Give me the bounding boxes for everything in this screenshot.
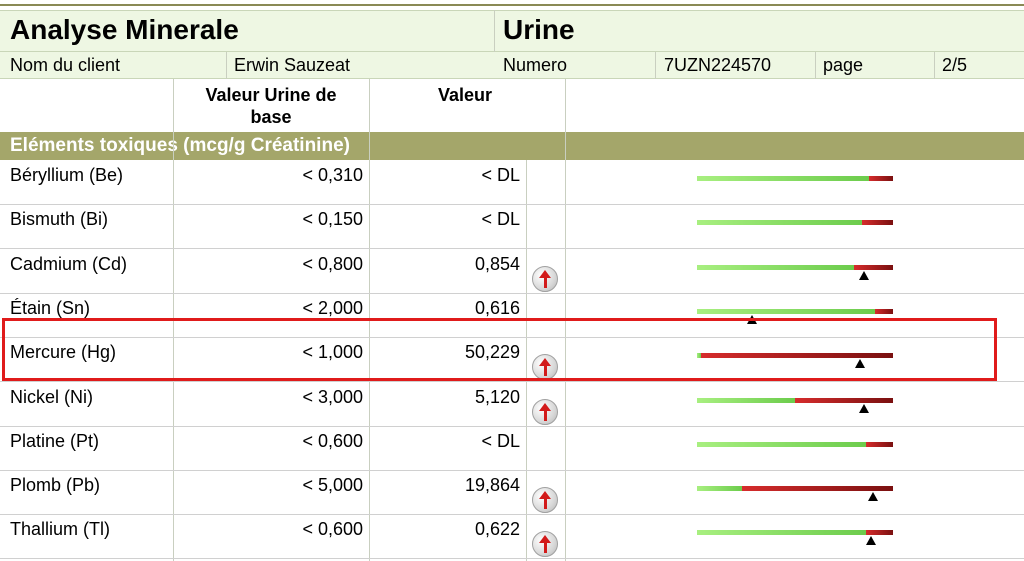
element-name: Étain (Sn) [10, 298, 91, 318]
high-arrow-icon [532, 487, 558, 513]
page-value: 2/5 [942, 55, 968, 75]
page-label: page [823, 55, 864, 75]
base-value: < 3,000 [302, 387, 363, 407]
base-value: < 0,600 [302, 431, 363, 451]
range-bar-elevated [866, 530, 893, 535]
high-arrow-icon [532, 266, 558, 292]
row-separator [0, 558, 1024, 559]
result-marker-icon [868, 492, 878, 501]
measured-value: < DL [481, 209, 520, 229]
measured-value: 0,616 [474, 298, 520, 318]
range-bar-normal [697, 265, 854, 270]
result-marker-icon [859, 404, 869, 413]
number-label: Numero [503, 55, 568, 75]
range-bar [697, 398, 893, 403]
range-bar-elevated [866, 442, 893, 447]
row-separator [0, 381, 1024, 382]
range-bar-normal [697, 176, 869, 181]
row-separator [0, 248, 1024, 249]
element-name: Plomb (Pb) [10, 475, 101, 495]
element-name: Cadmium (Cd) [10, 254, 128, 274]
range-bar-elevated [875, 309, 893, 314]
range-bar-normal [697, 486, 742, 491]
range-bar-elevated [862, 220, 893, 225]
range-bar-normal [697, 530, 866, 535]
info-divider [934, 52, 935, 79]
range-bar [697, 442, 893, 447]
range-bar-normal [697, 398, 795, 403]
value-header: Valeur [437, 85, 493, 105]
measured-value: 5,120 [474, 387, 520, 407]
measured-value: 19,864 [464, 475, 520, 495]
client-name: Erwin Sauzeat [234, 55, 351, 75]
row-separator [0, 426, 1024, 427]
base-value: < 5,000 [302, 475, 363, 495]
high-arrow-icon [532, 399, 558, 425]
measured-value: 0,622 [474, 519, 520, 539]
number-value: 7UZN224570 [664, 55, 772, 75]
sample-type: Urine [503, 14, 575, 45]
range-bar [697, 309, 893, 314]
element-name: Bismuth (Bi) [10, 209, 109, 229]
base-value: < 0,310 [302, 165, 363, 185]
row-separator [0, 204, 1024, 205]
range-bar-normal [697, 309, 875, 314]
element-name: Béryllium (Be) [10, 165, 124, 185]
client-label: Nom du client [10, 55, 121, 75]
element-name: Nickel (Ni) [10, 387, 93, 407]
result-marker-icon [866, 536, 876, 545]
section-title: Eléments toxiques (mcg/g Créatinine) [10, 135, 350, 156]
base-value: < 2,000 [302, 298, 363, 318]
high-arrow-icon [532, 531, 558, 557]
info-divider [815, 52, 816, 79]
info-divider [655, 52, 656, 79]
range-bar-normal [697, 442, 866, 447]
highlight-box [2, 318, 997, 381]
report-title: Analyse Minerale [10, 14, 239, 45]
range-bar-elevated [854, 265, 893, 270]
range-bar-normal [697, 220, 862, 225]
base-value-header: Valeur Urine de base [205, 85, 337, 127]
range-bar [697, 486, 893, 491]
range-bar [697, 530, 893, 535]
measured-value: < DL [481, 431, 520, 451]
range-bar [697, 220, 893, 225]
range-bar [697, 265, 893, 270]
element-name: Thallium (Tl) [10, 519, 111, 539]
row-separator [0, 514, 1024, 515]
info-divider [226, 52, 227, 79]
element-name: Platine (Pt) [10, 431, 100, 451]
base-value: < 0,150 [302, 209, 363, 229]
range-bar-elevated [742, 486, 893, 491]
measured-value: 0,854 [474, 254, 520, 274]
measured-value: < DL [481, 165, 520, 185]
base-value: < 0,600 [302, 519, 363, 539]
row-separator [0, 293, 1024, 294]
range-bar-elevated [795, 398, 893, 403]
result-marker-icon [859, 271, 869, 280]
range-bar [697, 176, 893, 181]
top-rule [0, 4, 1024, 6]
base-value: < 0,800 [302, 254, 363, 274]
row-separator [0, 470, 1024, 471]
range-bar-elevated [869, 176, 893, 181]
